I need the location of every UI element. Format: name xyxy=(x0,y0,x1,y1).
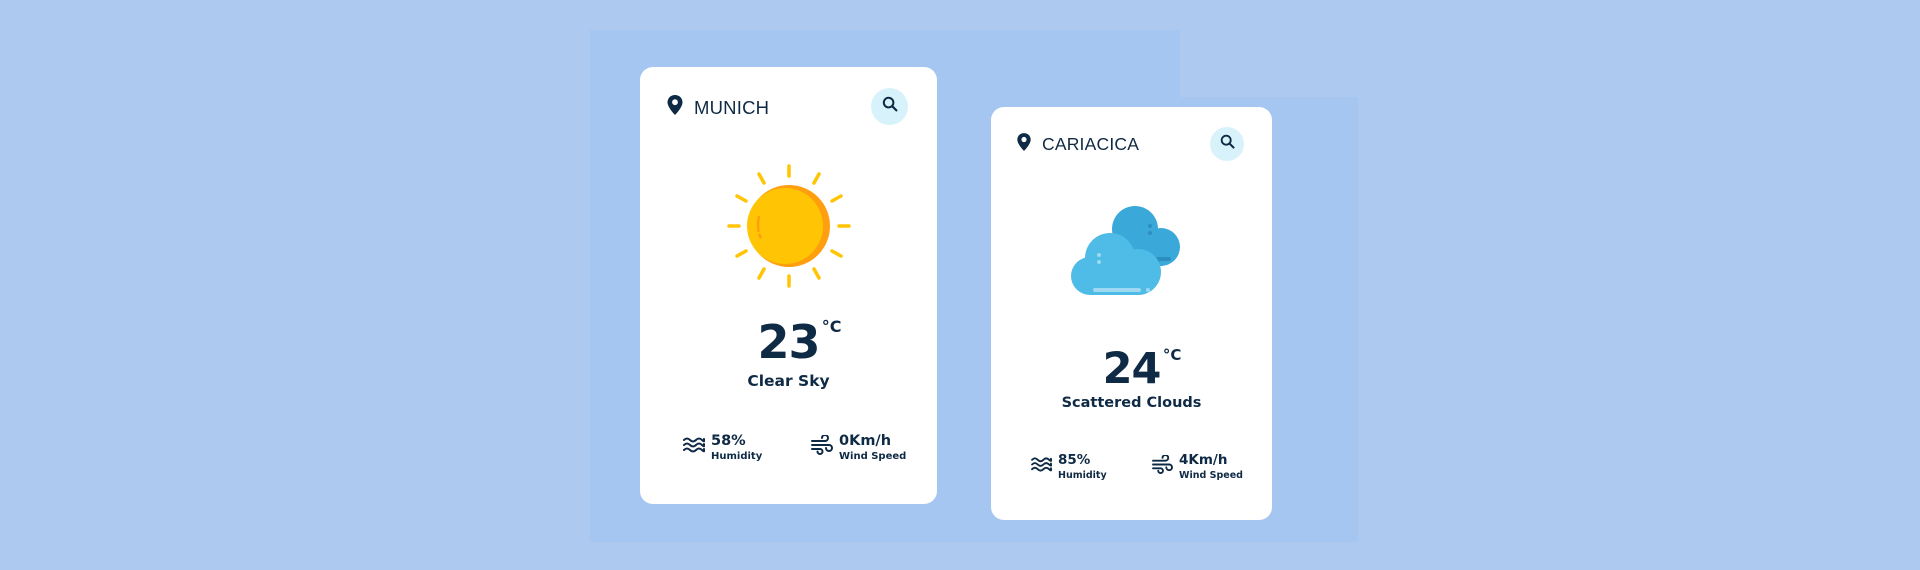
search-icon xyxy=(1220,134,1235,154)
map-pin-icon xyxy=(1016,132,1032,157)
humidity-stat: 58% Humidity xyxy=(683,434,762,462)
wind-value: 4Km/h xyxy=(1179,452,1228,468)
wind-label: Wind Speed xyxy=(1179,469,1243,481)
humidity-label: Humidity xyxy=(1058,469,1107,481)
location-header: CARIACICA xyxy=(1016,132,1139,157)
search-icon xyxy=(882,96,898,117)
weather-description: Clear Sky xyxy=(747,372,830,390)
temperature-display: 23 °C xyxy=(640,315,937,369)
weather-description: Scattered Clouds xyxy=(1061,395,1202,411)
humidity-icon xyxy=(683,436,706,459)
humidity-stat: 85% Humidity xyxy=(1031,452,1107,481)
humidity-value: 85% xyxy=(1058,452,1091,468)
city-name: MUNICH xyxy=(694,96,770,118)
wind-icon xyxy=(1152,454,1173,479)
temperature-display: 24 °C xyxy=(991,344,1272,394)
wind-value: 0Km/h xyxy=(839,433,892,449)
weather-card-cariacica: CARIACICA 24 °C Scattered Clouds 85% Hum… xyxy=(991,107,1272,520)
sun-icon xyxy=(725,162,853,295)
location-header: MUNICH xyxy=(666,94,769,121)
wind-stat: 4Km/h Wind Speed xyxy=(1152,452,1243,481)
temperature-unit: °C xyxy=(1162,346,1182,364)
weather-card-munich: MUNICH 23 °C Clear Sky 58% Humidity 0Km/… xyxy=(640,67,937,504)
wind-label: Wind Speed xyxy=(839,450,907,462)
search-button[interactable] xyxy=(1210,127,1244,161)
humidity-label: Humidity xyxy=(711,450,763,462)
temperature-unit: °C xyxy=(821,317,842,336)
wind-stat: 0Km/h Wind Speed xyxy=(811,434,906,462)
temperature-value: 24 xyxy=(1102,344,1162,394)
humidity-value: 58% xyxy=(711,433,746,449)
wind-icon xyxy=(811,434,833,460)
search-button[interactable] xyxy=(871,88,908,125)
clouds-icon xyxy=(1068,202,1196,307)
humidity-icon xyxy=(1031,456,1053,478)
map-pin-icon xyxy=(666,94,684,121)
city-name: CARIACICA xyxy=(1042,134,1140,154)
app-stage: MUNICH 23 °C Clear Sky 58% Humidity 0Km/… xyxy=(0,0,1920,570)
temperature-value: 23 xyxy=(757,315,820,369)
